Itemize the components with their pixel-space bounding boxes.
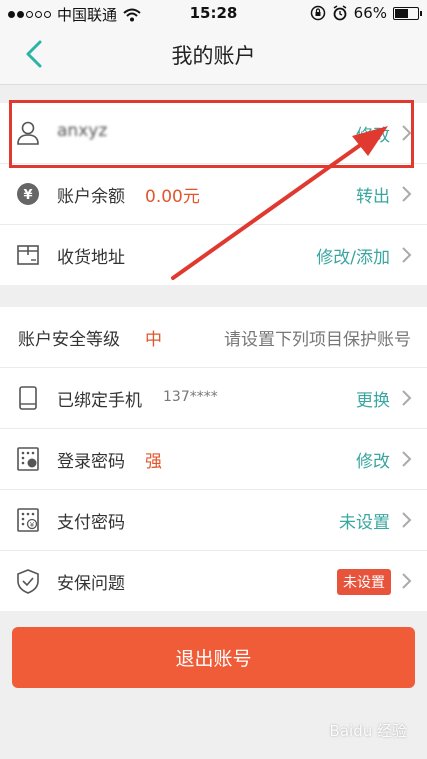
yuan-coin-icon: ¥ bbox=[17, 183, 39, 205]
security-level-row: 账户安全等级 中 请设置下列项目保护账号 bbox=[0, 307, 427, 368]
logout-button[interactable]: 退出账号 bbox=[12, 627, 415, 688]
chevron-right-icon bbox=[402, 451, 412, 467]
svg-text:¥: ¥ bbox=[23, 188, 32, 203]
balance-label: 账户余额 bbox=[57, 187, 125, 207]
security-question-row[interactable]: 安保问题 未设置 bbox=[0, 551, 427, 611]
battery-icon bbox=[393, 6, 422, 20]
login-password-strength: 强 bbox=[145, 452, 162, 472]
phone-value: 137**** bbox=[163, 389, 218, 405]
set-pay-password-link[interactable]: 未设置 bbox=[339, 508, 390, 533]
login-password-label: 登录密码 bbox=[57, 452, 125, 472]
security-level-hint: 请设置下列项目保护账号 bbox=[224, 330, 411, 350]
edit-login-password-link[interactable]: 修改 bbox=[356, 447, 390, 472]
battery-percent: 66% bbox=[353, 4, 387, 22]
phone-icon bbox=[19, 386, 37, 410]
address-row[interactable]: 收货地址 修改/添加 bbox=[0, 225, 427, 285]
status-right: 66% bbox=[310, 4, 422, 22]
page-title: 我的账户 bbox=[171, 44, 256, 68]
security-level-label: 账户安全等级 bbox=[18, 330, 120, 350]
pay-password-label: 支付密码 bbox=[57, 513, 125, 533]
chevron-right-icon bbox=[402, 247, 412, 263]
change-phone-link[interactable]: 更换 bbox=[356, 386, 390, 411]
security-question-label: 安保问题 bbox=[57, 574, 125, 594]
keypad-user-icon bbox=[17, 447, 39, 471]
phone-label: 已绑定手机 bbox=[57, 391, 142, 411]
pay-password-row[interactable]: ¥ 支付密码 未设置 bbox=[0, 490, 427, 551]
address-label: 收货地址 bbox=[57, 248, 125, 268]
package-icon bbox=[17, 245, 39, 265]
security-level-value: 中 bbox=[145, 330, 162, 350]
keypad-yuan-icon: ¥ bbox=[17, 508, 39, 532]
annotation-highlight-box bbox=[9, 100, 414, 168]
chevron-right-icon bbox=[402, 512, 412, 528]
security-group: 账户安全等级 中 请设置下列项目保护账号 已绑定手机 137**** 更换 登录… bbox=[0, 307, 427, 611]
rotation-lock-icon bbox=[310, 5, 325, 21]
chevron-right-icon bbox=[402, 573, 412, 589]
login-password-row[interactable]: 登录密码 强 修改 bbox=[0, 429, 427, 490]
phone-row[interactable]: 已绑定手机 137**** 更换 bbox=[0, 368, 427, 429]
alarm-icon bbox=[333, 5, 347, 21]
navigation-bar: 我的账户 bbox=[0, 26, 427, 85]
chevron-right-icon bbox=[402, 186, 412, 202]
balance-row[interactable]: ¥ 账户余额 0.00元 转出 bbox=[0, 164, 427, 225]
balance-value: 0.00元 bbox=[145, 187, 200, 207]
chevron-right-icon bbox=[402, 390, 412, 406]
not-set-badge[interactable]: 未设置 bbox=[337, 569, 391, 595]
svg-text:¥: ¥ bbox=[30, 521, 35, 529]
status-bar: 中国联通 15:28 66% bbox=[0, 0, 427, 26]
shield-check-icon bbox=[17, 569, 39, 594]
watermark: Baidu 经验 bbox=[329, 722, 407, 740]
transfer-out-link[interactable]: 转出 bbox=[356, 182, 390, 207]
edit-address-link[interactable]: 修改/添加 bbox=[316, 243, 390, 268]
